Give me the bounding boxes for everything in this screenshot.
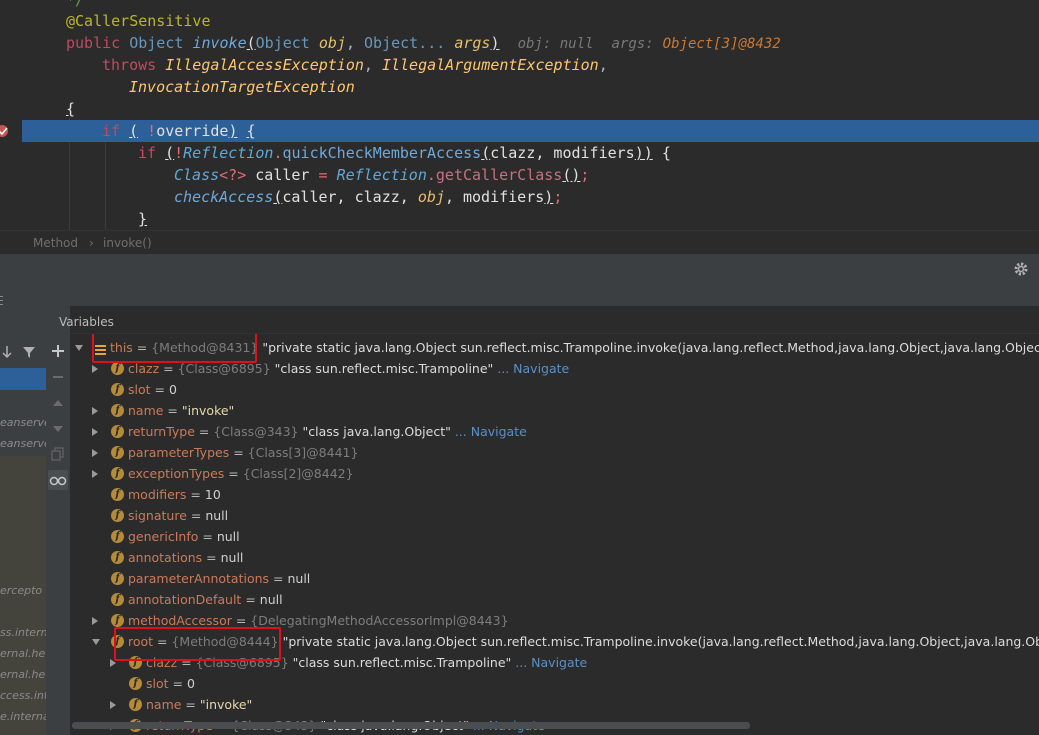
tab-grip-icon: [0, 290, 4, 305]
field-icon: f: [111, 383, 124, 396]
frame-item[interactable]: ernal.he: [0, 668, 45, 681]
copy-icon[interactable]: [51, 446, 65, 461]
frames-panel[interactable]: eanserve eanserve ercepto ss.intern erna…: [0, 306, 47, 735]
variables-side-toolbar: [46, 306, 71, 735]
frame-item[interactable]: e.interna: [0, 710, 46, 723]
field-icon: f: [111, 593, 124, 606]
collapse-arrow-icon[interactable]: [92, 639, 100, 645]
code-annotation: @CallerSensitive: [66, 12, 211, 30]
expand-arrow-icon[interactable]: [92, 449, 98, 457]
code-caller-assign: Class<?> caller = Reflection.getCallerCl…: [174, 166, 590, 184]
code-brace-close: }: [138, 210, 148, 228]
frame-item[interactable]: ernal.he: [0, 647, 45, 660]
selected-frame[interactable]: [0, 368, 46, 390]
field-icon: f: [111, 362, 124, 375]
expand-arrow-icon[interactable]: [92, 407, 98, 415]
debugger-subbar: [0, 284, 1039, 306]
breadcrumb-separator: ›: [89, 236, 94, 250]
field-icon: f: [111, 488, 124, 501]
debugger-toolbar: [0, 254, 1039, 285]
field-icon: f: [111, 509, 124, 522]
remove-watch-icon[interactable]: [51, 369, 65, 383]
down-arrow-icon[interactable]: [0, 344, 14, 359]
field-icon: f: [111, 530, 124, 543]
navigate-link[interactable]: ... Navigate: [515, 655, 587, 670]
expand-arrow-icon[interactable]: [92, 470, 98, 478]
frame-item[interactable]: eanserve: [0, 437, 46, 450]
field-icon: f: [129, 698, 142, 711]
breakpoint-icon[interactable]: [0, 123, 10, 137]
field-icon: f: [111, 551, 124, 564]
add-watch-icon[interactable]: [51, 343, 65, 357]
indent-guide: [105, 140, 106, 230]
code-editor[interactable]: */ @CallerSensitive public Object invoke…: [0, 0, 1039, 230]
breadcrumb-item-invoke[interactable]: invoke(): [103, 231, 152, 255]
frame-item[interactable]: ercepto: [0, 584, 42, 597]
inline-hint-args: Object[3]@8432: [662, 36, 781, 52]
code-brace: {: [66, 100, 76, 118]
settings-gear-icon[interactable]: [1013, 261, 1029, 277]
field-icon: f: [111, 467, 124, 480]
down-arrow-icon[interactable]: [51, 421, 65, 435]
horizontal-scrollbar[interactable]: [72, 722, 750, 729]
code-throws-line-2: InvocationTargetException: [129, 78, 355, 96]
field-icon: f: [129, 677, 142, 690]
field-icon: f: [111, 446, 124, 459]
expand-arrow-icon[interactable]: [92, 617, 98, 625]
inline-hint-obj: obj: null: [517, 36, 594, 52]
code-throws-line: throws IllegalAccessException, IllegalAr…: [102, 56, 608, 74]
field-icon: f: [111, 425, 124, 438]
code-check-access: checkAccess(caller, clazz, obj, modifier…: [174, 188, 563, 206]
red-highlight-box-this: [92, 334, 257, 363]
field-icon: f: [111, 404, 124, 417]
frame-item[interactable]: eanserve: [0, 416, 46, 429]
breadcrumb-item-method[interactable]: Method: [33, 231, 78, 255]
frame-item[interactable]: ccess.inte: [0, 689, 46, 702]
field-icon: f: [111, 572, 124, 585]
field-icon: f: [111, 614, 124, 627]
variables-header: Variables: [59, 312, 1039, 334]
glasses-icon[interactable]: [48, 470, 68, 490]
code-if-quickcheck: if (!Reflection.quickCheckMemberAccess(c…: [138, 144, 671, 162]
expand-arrow-icon[interactable]: [110, 701, 116, 709]
filter-icon[interactable]: [22, 344, 36, 358]
red-highlight-box-root: [114, 627, 281, 661]
code-if-override: if ( !override) {: [102, 122, 256, 140]
frame-item[interactable]: ss.intern: [0, 626, 46, 639]
up-arrow-icon[interactable]: [51, 395, 65, 409]
code-method-signature: public Object invoke(Object obj, Object.…: [66, 34, 781, 52]
variables-tree[interactable]: this = {Method@8431} "private static jav…: [70, 334, 1039, 735]
navigate-link[interactable]: ... Navigate: [497, 361, 569, 376]
expand-arrow-icon[interactable]: [92, 365, 98, 373]
expand-arrow-icon[interactable]: [92, 428, 98, 436]
variables-title: Variables: [59, 315, 114, 329]
collapse-arrow-icon[interactable]: [75, 345, 83, 351]
navigate-link[interactable]: ... Navigate: [455, 424, 527, 439]
breadcrumb: Method › invoke(): [0, 230, 1039, 255]
